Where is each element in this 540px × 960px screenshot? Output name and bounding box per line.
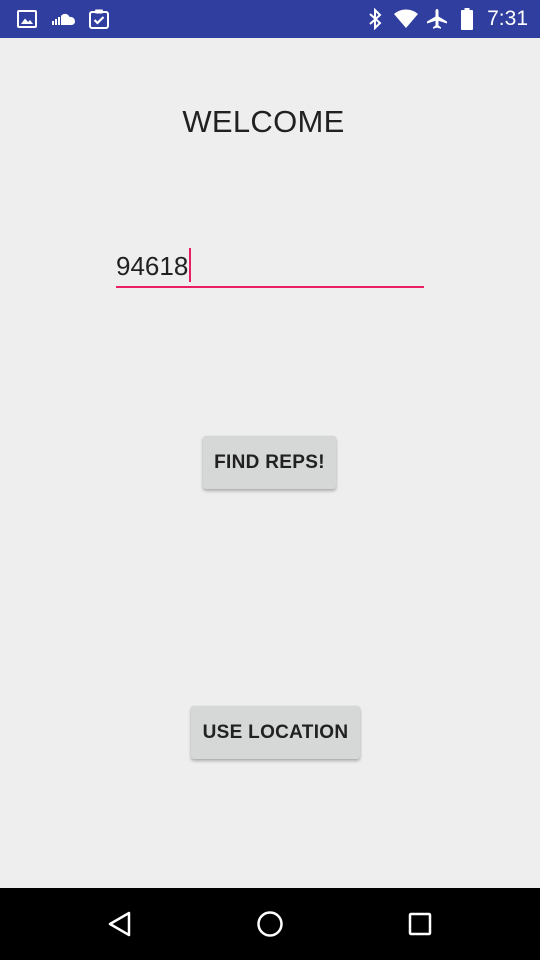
cloud-icon bbox=[49, 0, 77, 38]
page-title: WELCOME bbox=[182, 104, 345, 139]
clipboard-check-icon bbox=[87, 0, 111, 38]
main-content: WELCOME 94618 FIND REPS! USE LOCATION bbox=[0, 38, 540, 888]
bluetooth-icon bbox=[366, 0, 384, 38]
battery-icon bbox=[458, 0, 476, 38]
zip-code-input[interactable]: 94618 bbox=[116, 244, 424, 288]
back-icon[interactable] bbox=[80, 888, 160, 960]
use-location-button[interactable]: USE LOCATION bbox=[191, 706, 360, 759]
zip-code-text: 94618 bbox=[116, 251, 189, 281]
zip-code-value: 94618 bbox=[116, 248, 192, 285]
status-bar: 7:31 bbox=[0, 0, 540, 38]
navigation-bar bbox=[0, 888, 540, 960]
text-cursor bbox=[189, 248, 192, 283]
home-icon[interactable] bbox=[230, 888, 310, 960]
image-icon bbox=[16, 0, 38, 38]
recents-icon[interactable] bbox=[380, 888, 460, 960]
status-time: 7:31 bbox=[487, 7, 528, 30]
airplane-icon bbox=[424, 0, 450, 38]
wifi-icon bbox=[392, 0, 420, 38]
find-reps-button[interactable]: FIND REPS! bbox=[203, 436, 336, 489]
